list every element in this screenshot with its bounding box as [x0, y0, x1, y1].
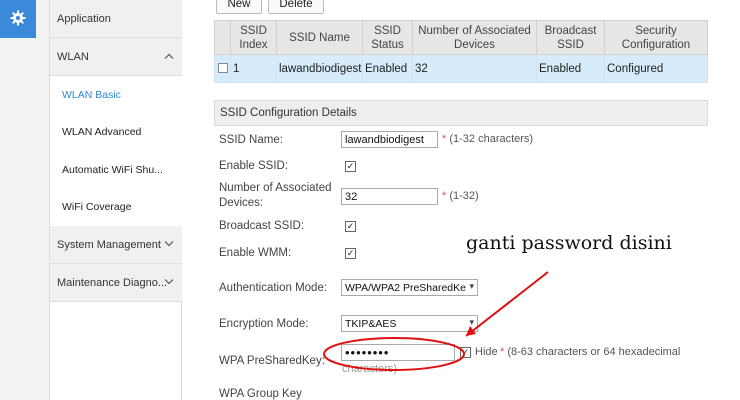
annotation-text: ganti password disini	[466, 232, 672, 254]
arrowhead-icon	[466, 326, 476, 336]
annotation-arrow	[465, 271, 549, 337]
highlight-ellipse	[323, 337, 465, 371]
annotation-overlay	[323, 271, 549, 371]
